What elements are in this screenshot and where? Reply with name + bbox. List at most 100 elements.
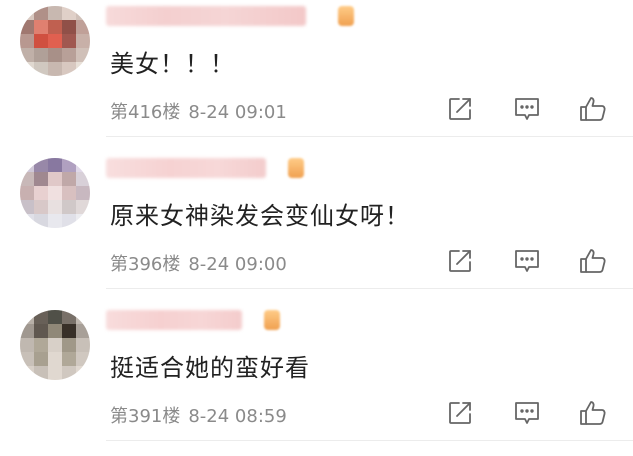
avatar-mosaic-tile — [76, 186, 90, 200]
avatar-mosaic-tile — [62, 186, 76, 200]
avatar-mosaic-tile — [34, 186, 48, 200]
avatar-mosaic-tile — [34, 200, 48, 214]
avatar-mosaic-tile — [62, 34, 76, 48]
avatar-mosaic-tile — [76, 338, 90, 352]
avatar-mosaic-tile — [62, 324, 76, 338]
avatar-mosaic-tile — [48, 62, 62, 76]
avatar-mosaic-tile — [20, 324, 34, 338]
avatar-mosaic-tile — [48, 310, 62, 324]
avatar-mosaic-tile — [48, 172, 62, 186]
like-icon[interactable] — [578, 246, 608, 276]
avatar-mosaic-tile — [34, 310, 48, 324]
vip-badge-icon — [288, 158, 304, 178]
avatar-mosaic-tile — [76, 48, 90, 62]
vip-badge-icon — [264, 310, 280, 330]
avatar-mosaic-tile — [34, 324, 48, 338]
reply-icon[interactable] — [512, 398, 542, 428]
avatar-mosaic-tile — [34, 34, 48, 48]
avatar-mosaic-tile — [48, 352, 62, 366]
avatar-mosaic-tile — [76, 310, 90, 324]
avatar-mosaic-tile — [76, 62, 90, 76]
avatar-mosaic-tile — [62, 200, 76, 214]
comment-time: 8-24 08:59 — [188, 406, 287, 427]
avatar-mosaic-tile — [20, 172, 34, 186]
avatar-mosaic-tile — [20, 158, 34, 172]
avatar-mosaic-tile — [34, 62, 48, 76]
avatar-mosaic-tile — [34, 20, 48, 34]
avatar-mosaic-tile — [76, 172, 90, 186]
avatar-mosaic-tile — [20, 214, 34, 228]
comment-time: 8-24 09:00 — [188, 254, 287, 275]
avatar-mosaic-tile — [20, 200, 34, 214]
username-blurred[interactable] — [106, 310, 242, 330]
avatar-mosaic-tile — [62, 158, 76, 172]
avatar-mosaic-tile — [20, 20, 34, 34]
avatar[interactable] — [20, 6, 90, 76]
avatar-mosaic-tile — [76, 214, 90, 228]
vip-badge-icon — [338, 6, 354, 26]
username-blurred[interactable] — [106, 6, 306, 26]
reply-icon[interactable] — [512, 246, 542, 276]
username-blurred[interactable] — [106, 158, 266, 178]
floor-number: 第391楼 — [110, 406, 181, 427]
avatar-mosaic-tile — [48, 48, 62, 62]
like-icon[interactable] — [578, 398, 608, 428]
avatar-mosaic-tile — [62, 62, 76, 76]
avatar-mosaic-tile — [62, 310, 76, 324]
avatar-mosaic-tile — [20, 62, 34, 76]
comment-item: 挺适合她的蛮好看 第391楼 8-24 08:59 — [0, 304, 633, 456]
avatar-mosaic-tile — [76, 6, 90, 20]
avatar-mosaic-tile — [20, 186, 34, 200]
avatar-mosaic-tile — [48, 324, 62, 338]
comment-meta: 第391楼 8-24 08:59 — [110, 402, 287, 428]
avatar-mosaic-tile — [20, 34, 34, 48]
avatar-mosaic-tile — [48, 158, 62, 172]
like-icon[interactable] — [578, 94, 608, 124]
avatar-mosaic-tile — [62, 172, 76, 186]
comment-text: 美女！！！ — [110, 50, 235, 78]
comment-item: 美女！！！ 第416楼 8-24 09:01 — [0, 0, 633, 152]
avatar-mosaic-tile — [76, 366, 90, 380]
divider — [106, 440, 633, 441]
avatar-mosaic-tile — [48, 20, 62, 34]
divider — [106, 288, 633, 289]
reply-icon[interactable] — [512, 94, 542, 124]
comment-meta: 第396楼 8-24 09:00 — [110, 250, 287, 276]
avatar-mosaic-tile — [62, 214, 76, 228]
divider — [106, 136, 633, 137]
avatar-mosaic-tile — [76, 34, 90, 48]
floor-number: 第396楼 — [110, 254, 181, 275]
comment-time: 8-24 09:01 — [188, 102, 287, 123]
avatar-mosaic-tile — [62, 366, 76, 380]
avatar-mosaic-tile — [48, 200, 62, 214]
avatar-mosaic-tile — [34, 338, 48, 352]
share-icon[interactable] — [445, 398, 475, 428]
avatar-mosaic-tile — [76, 20, 90, 34]
avatar-mosaic-tile — [20, 352, 34, 366]
avatar-mosaic-tile — [62, 338, 76, 352]
avatar[interactable] — [20, 158, 90, 228]
avatar-mosaic-tile — [48, 366, 62, 380]
avatar-mosaic-tile — [34, 48, 48, 62]
avatar-mosaic-tile — [34, 366, 48, 380]
avatar-mosaic-tile — [20, 338, 34, 352]
avatar-mosaic-tile — [34, 352, 48, 366]
avatar[interactable] — [20, 310, 90, 380]
avatar-mosaic-tile — [48, 34, 62, 48]
share-icon[interactable] — [445, 94, 475, 124]
avatar-mosaic-tile — [48, 214, 62, 228]
comment-text: 挺适合她的蛮好看 — [110, 354, 310, 382]
avatar-mosaic-tile — [76, 200, 90, 214]
avatar-mosaic-tile — [62, 20, 76, 34]
avatar-mosaic-tile — [34, 6, 48, 20]
avatar-mosaic-tile — [76, 158, 90, 172]
avatar-mosaic-tile — [20, 6, 34, 20]
share-icon[interactable] — [445, 246, 475, 276]
avatar-mosaic-tile — [48, 186, 62, 200]
avatar-mosaic-tile — [20, 310, 34, 324]
avatar-mosaic-tile — [34, 172, 48, 186]
avatar-mosaic-tile — [48, 6, 62, 20]
avatar-mosaic-tile — [34, 158, 48, 172]
comment-text: 原来女神染发会变仙女呀！ — [110, 202, 410, 230]
avatar-mosaic-tile — [20, 48, 34, 62]
